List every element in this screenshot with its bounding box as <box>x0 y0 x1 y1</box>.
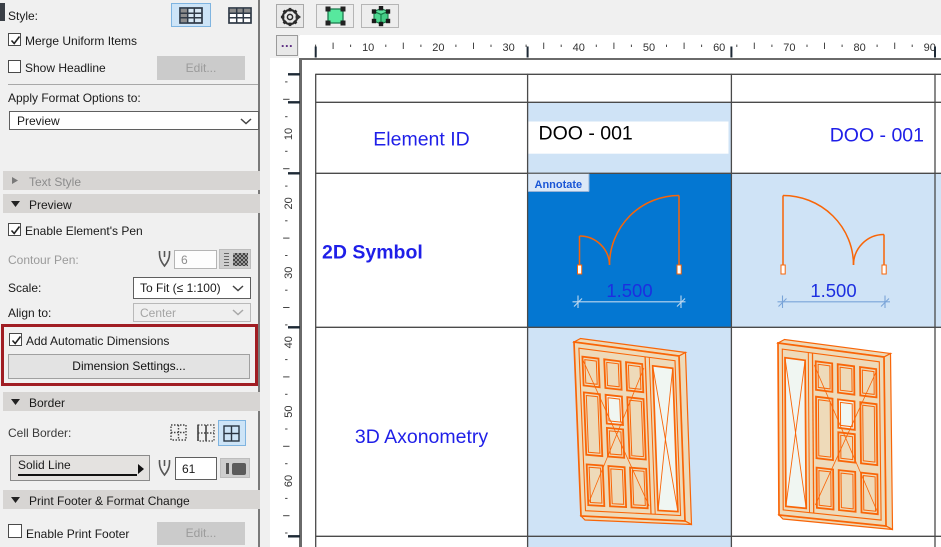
svg-text:60: 60 <box>713 42 725 54</box>
svg-text:20: 20 <box>283 197 295 209</box>
svg-text:60: 60 <box>283 475 295 487</box>
svg-text:Element ID: Element ID <box>373 129 469 151</box>
svg-text:50: 50 <box>283 405 295 417</box>
svg-text:30: 30 <box>502 42 514 54</box>
svg-text:DOO - 001: DOO - 001 <box>539 123 633 145</box>
svg-text:2D Symbol: 2D Symbol <box>322 242 423 264</box>
svg-text:80: 80 <box>853 42 865 54</box>
svg-text:1.500: 1.500 <box>606 280 652 301</box>
svg-text:10: 10 <box>362 42 374 54</box>
svg-text:10: 10 <box>283 128 295 140</box>
svg-text:DOO - 001: DOO - 001 <box>830 125 924 147</box>
svg-text:1.500: 1.500 <box>810 280 856 301</box>
svg-text:Annotate: Annotate <box>535 179 583 191</box>
svg-text:40: 40 <box>573 42 585 54</box>
svg-text:30: 30 <box>283 267 295 279</box>
svg-text:40: 40 <box>283 336 295 348</box>
svg-text:50: 50 <box>643 42 655 54</box>
svg-text:20: 20 <box>432 42 444 54</box>
svg-text:70: 70 <box>783 42 795 54</box>
svg-text:3D Axonometry: 3D Axonometry <box>355 426 489 448</box>
